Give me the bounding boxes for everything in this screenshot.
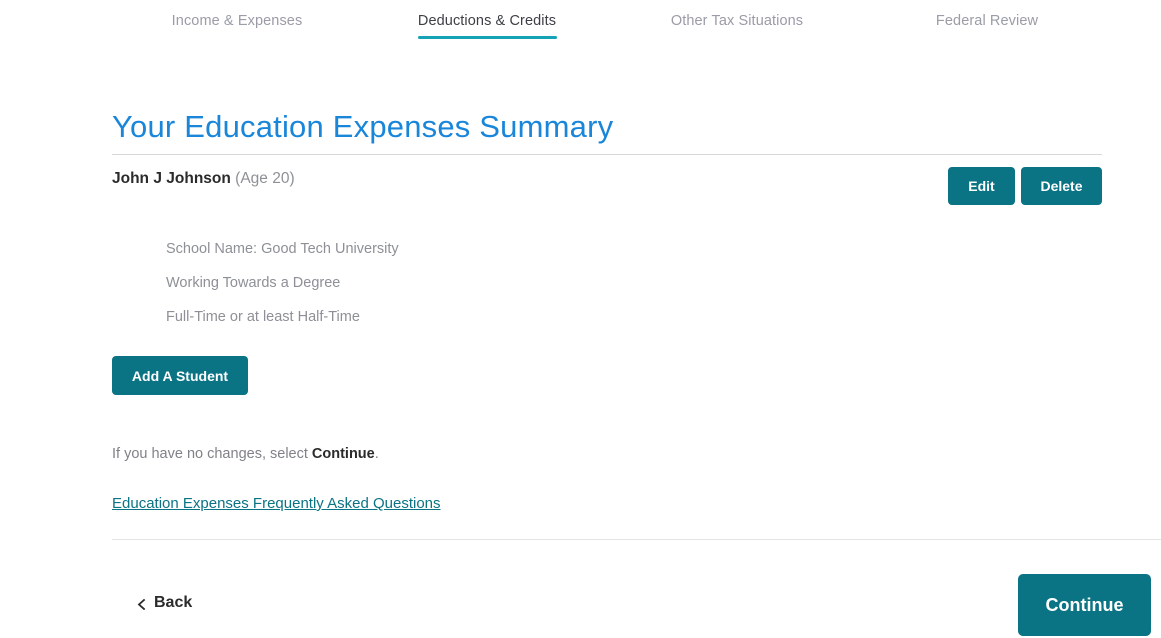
student-detail-list: School Name: Good Tech University Workin…	[166, 232, 866, 334]
section-divider-top	[112, 154, 1102, 155]
student-age: (Age 20)	[235, 170, 295, 187]
detail-degree-status: Working Towards a Degree	[166, 275, 341, 291]
chevron-left-icon	[136, 598, 147, 610]
tab-label: Deductions & Credits	[417, 13, 557, 29]
edit-button[interactable]: Edit	[948, 167, 1015, 205]
hint-suffix: .	[374, 446, 379, 462]
education-expenses-faq-link[interactable]: Education Expenses Frequently Asked Ques…	[112, 495, 441, 512]
student-name: John J Johnson	[112, 170, 231, 187]
delete-button[interactable]: Delete	[1021, 167, 1102, 205]
tab-deductions-and-credits[interactable]: Deductions & Credits	[362, 0, 612, 39]
back-button[interactable]: Back	[136, 594, 192, 612]
tab-label: Income & Expenses	[171, 13, 303, 29]
detail-enrollment-status: Full-Time or at least Half-Time	[166, 309, 360, 325]
student-row-actions: Edit Delete	[948, 167, 1102, 205]
student-identity: John J Johnson (Age 20)	[112, 170, 295, 188]
tab-label: Federal Review	[935, 13, 1039, 29]
section-divider-bottom	[112, 539, 1161, 540]
tab-label: Other Tax Situations	[670, 13, 804, 29]
detail-school-name: School Name: Good Tech University	[166, 241, 399, 257]
continue-hint-text: If you have no changes, select Continue.	[112, 446, 379, 462]
tab-federal-review[interactable]: Federal Review	[862, 0, 1112, 39]
hint-prefix: If you have no changes, select	[112, 446, 312, 462]
tab-income-and-expenses[interactable]: Income & Expenses	[112, 0, 362, 39]
page-title: Your Education Expenses Summary	[112, 108, 614, 144]
tab-active-underline	[417, 36, 557, 39]
add-a-student-button[interactable]: Add A Student	[112, 356, 248, 395]
continue-button[interactable]: Continue	[1018, 574, 1151, 636]
hint-emphasis: Continue	[311, 446, 375, 462]
student-summary-row: John J Johnson (Age 20) Edit Delete	[112, 167, 1102, 212]
primary-nav-tabs: Income & Expenses Deductions & Credits O…	[112, 0, 1112, 46]
tab-other-tax-situations[interactable]: Other Tax Situations	[612, 0, 862, 39]
back-button-label: Back	[154, 594, 193, 611]
